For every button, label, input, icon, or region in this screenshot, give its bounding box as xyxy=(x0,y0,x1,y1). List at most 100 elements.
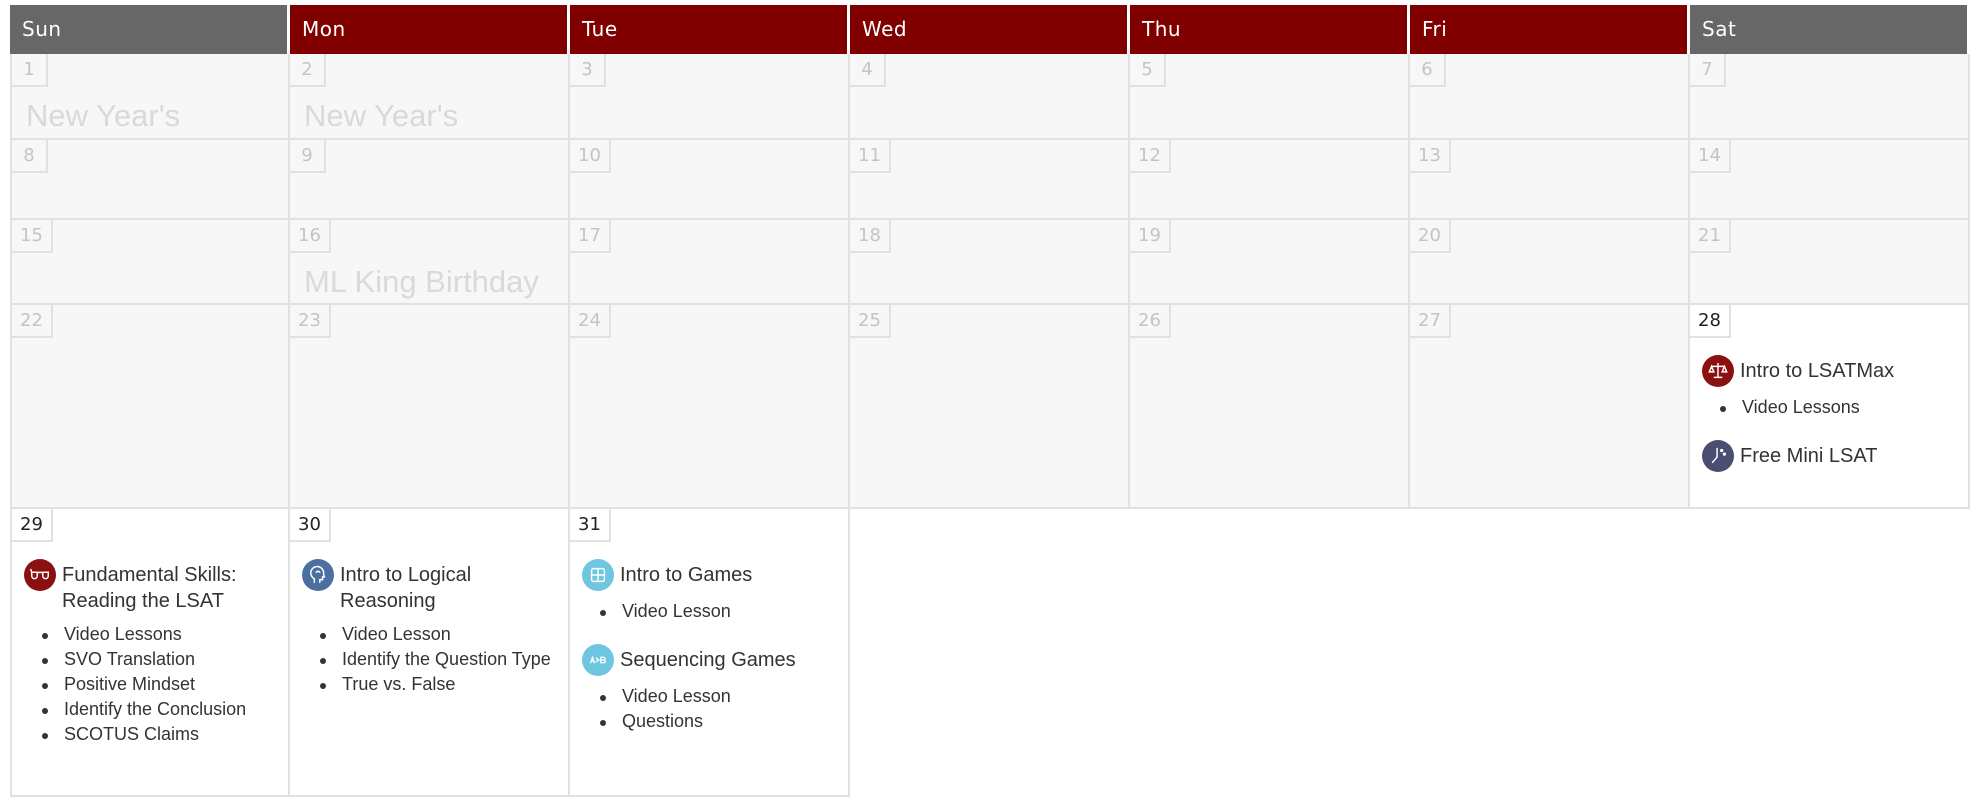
list-item: Video Lesson xyxy=(596,684,840,709)
list-item: Video Lesson xyxy=(596,599,840,624)
day-cell-18[interactable]: 18 xyxy=(850,220,1130,305)
list-item: Identify the Question Type xyxy=(316,647,560,672)
day-cell-7[interactable]: 7 xyxy=(1690,54,1970,140)
day-number: 4 xyxy=(850,54,886,87)
day-cell-1[interactable]: 1 New Year's xyxy=(10,54,290,140)
day-cell-22[interactable]: 22 xyxy=(10,305,290,509)
holiday-label: New Year's xyxy=(26,98,181,133)
event-list: Intro to Games Video Lesson Sequencing G… xyxy=(582,559,840,754)
header-thu: Thu xyxy=(1130,5,1410,54)
holiday-label: ML King Birthday xyxy=(304,264,539,299)
event-fundamental-skills[interactable]: Fundamental Skills: Reading the LSAT Vid… xyxy=(24,559,280,747)
empty-cell xyxy=(1410,509,1690,797)
event-title: Intro to Games xyxy=(620,564,753,586)
list-item: True vs. False xyxy=(316,672,560,697)
event-items: Video Lesson Questions xyxy=(582,684,840,734)
day-cell-2[interactable]: 2 New Year's xyxy=(290,54,570,140)
day-cell-25[interactable]: 25 xyxy=(850,305,1130,509)
day-number: 18 xyxy=(850,220,891,253)
event-items: Video Lesson xyxy=(582,599,840,624)
day-number: 22 xyxy=(12,305,53,338)
day-number: 20 xyxy=(1410,220,1451,253)
day-cell-10[interactable]: 10 xyxy=(570,140,850,220)
holiday-label: New Year's xyxy=(304,98,459,133)
list-item: Video Lesson xyxy=(316,622,560,647)
event-intro-lsatmax[interactable]: Intro to LSATMax Video Lessons xyxy=(1702,355,1960,420)
day-number: 12 xyxy=(1130,140,1171,173)
day-cell-24[interactable]: 24 xyxy=(570,305,850,509)
empty-cell xyxy=(1130,509,1410,797)
header-tue: Tue xyxy=(570,5,850,54)
day-number: 5 xyxy=(1130,54,1166,87)
day-cell-28[interactable]: 28 Intro to LSATMax Video Lessons Free M… xyxy=(1690,305,1970,509)
day-cell-17[interactable]: 17 xyxy=(570,220,850,305)
event-title: Fundamental Skills: Reading the LSAT xyxy=(62,564,237,612)
event-free-mini-lsat[interactable]: Free Mini LSAT xyxy=(1702,440,1960,472)
header-mon: Mon xyxy=(290,5,570,54)
list-item: Video Lessons xyxy=(1716,395,1960,420)
event-title: Intro to LSATMax xyxy=(1740,360,1895,382)
glasses-icon xyxy=(24,559,56,591)
day-number: 16 xyxy=(290,220,331,253)
list-item: Identify the Conclusion xyxy=(38,697,280,722)
day-number: 15 xyxy=(12,220,53,253)
day-number: 7 xyxy=(1690,54,1726,87)
day-cell-6[interactable]: 6 xyxy=(1410,54,1690,140)
day-number: 26 xyxy=(1130,305,1171,338)
day-cell-11[interactable]: 11 xyxy=(850,140,1130,220)
day-number: 2 xyxy=(290,54,326,87)
empty-cell xyxy=(1690,509,1970,797)
day-cell-16[interactable]: 16 ML King Birthday xyxy=(290,220,570,305)
day-cell-19[interactable]: 19 xyxy=(1130,220,1410,305)
event-list: Fundamental Skills: Reading the LSAT Vid… xyxy=(24,559,280,767)
head-icon xyxy=(302,559,334,591)
puzzle-icon xyxy=(582,559,614,591)
day-cell-26[interactable]: 26 xyxy=(1130,305,1410,509)
header-fri: Fri xyxy=(1410,5,1690,54)
day-number: 9 xyxy=(290,140,326,173)
day-cell-27[interactable]: 27 xyxy=(1410,305,1690,509)
day-number: 27 xyxy=(1410,305,1451,338)
day-cell-14[interactable]: 14 xyxy=(1690,140,1970,220)
day-cell-23[interactable]: 23 xyxy=(290,305,570,509)
event-intro-games[interactable]: Intro to Games Video Lesson xyxy=(582,559,840,624)
day-cell-31[interactable]: 31 Intro to Games Video Lesson Sequencin… xyxy=(570,509,850,797)
day-number: 13 xyxy=(1410,140,1451,173)
day-number: 1 xyxy=(12,54,48,87)
day-number: 17 xyxy=(570,220,611,253)
list-item: Questions xyxy=(596,709,840,734)
event-list: Intro to LSATMax Video Lessons Free Mini… xyxy=(1702,355,1960,492)
day-cell-9[interactable]: 9 xyxy=(290,140,570,220)
day-cell-15[interactable]: 15 xyxy=(10,220,290,305)
day-number: 31 xyxy=(570,509,611,542)
day-cell-13[interactable]: 13 xyxy=(1410,140,1690,220)
header-wed: Wed xyxy=(850,5,1130,54)
day-number: 6 xyxy=(1410,54,1446,87)
day-number: 3 xyxy=(570,54,606,87)
day-number: 11 xyxy=(850,140,891,173)
scales-icon xyxy=(1702,355,1734,387)
event-list: Intro to Logical Reasoning Video Lesson … xyxy=(302,559,560,717)
day-cell-21[interactable]: 21 xyxy=(1690,220,1970,305)
day-cell-30[interactable]: 30 Intro to Logical Reasoning Video Less… xyxy=(290,509,570,797)
day-cell-12[interactable]: 12 xyxy=(1130,140,1410,220)
day-cell-20[interactable]: 20 xyxy=(1410,220,1690,305)
day-cell-29[interactable]: 29 Fundamental Skills: Reading the LSAT … xyxy=(10,509,290,797)
empty-cell xyxy=(850,509,1130,797)
day-number: 14 xyxy=(1690,140,1731,173)
list-item: SCOTUS Claims xyxy=(38,722,280,747)
day-number: 19 xyxy=(1130,220,1171,253)
day-number: 28 xyxy=(1690,305,1731,338)
day-number: 29 xyxy=(12,509,53,542)
header-sat: Sat xyxy=(1690,5,1970,54)
day-number: 30 xyxy=(290,509,331,542)
day-number: 23 xyxy=(290,305,331,338)
event-title: Free Mini LSAT xyxy=(1740,445,1878,467)
day-cell-4[interactable]: 4 xyxy=(850,54,1130,140)
day-cell-8[interactable]: 8 xyxy=(10,140,290,220)
day-number: 10 xyxy=(570,140,611,173)
day-cell-5[interactable]: 5 xyxy=(1130,54,1410,140)
day-cell-3[interactable]: 3 xyxy=(570,54,850,140)
event-intro-logical-reasoning[interactable]: Intro to Logical Reasoning Video Lesson … xyxy=(302,559,560,697)
event-sequencing-games[interactable]: Sequencing Games Video Lesson Questions xyxy=(582,644,840,734)
